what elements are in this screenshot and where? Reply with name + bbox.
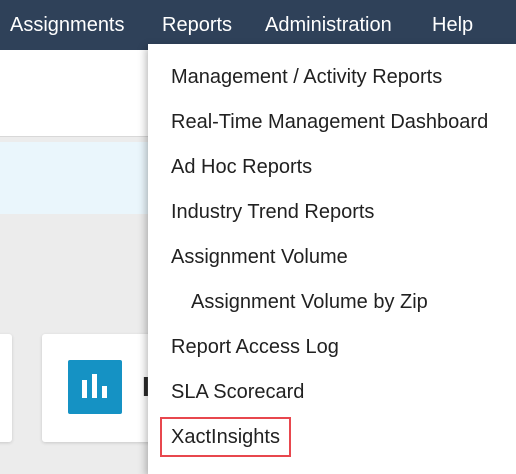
menu-item-assignment-volume-by-zip[interactable]: Assignment Volume by Zip — [191, 280, 428, 325]
bar-chart-icon — [68, 360, 122, 414]
nav-reports[interactable]: Reports — [162, 0, 232, 50]
menu-item-management-activity-reports[interactable]: Management / Activity Reports — [171, 55, 442, 100]
menu-item-report-access-log[interactable]: Report Access Log — [171, 325, 339, 370]
top-navigation-bar: Assignments Reports Administration Help — [0, 0, 516, 50]
nav-administration[interactable]: Administration — [265, 0, 392, 50]
nav-help[interactable]: Help — [432, 0, 473, 50]
menu-item-real-time-management-dashboard[interactable]: Real-Time Management Dashboard — [171, 100, 488, 145]
nav-assignments[interactable]: Assignments — [10, 0, 125, 50]
menu-item-assignment-volume[interactable]: Assignment Volume — [171, 235, 348, 280]
menu-item-ad-hoc-reports[interactable]: Ad Hoc Reports — [171, 145, 312, 190]
menu-item-sla-scorecard[interactable]: SLA Scorecard — [171, 370, 304, 415]
menu-item-industry-trend-reports[interactable]: Industry Trend Reports — [171, 190, 374, 235]
dashboard-card-partial[interactable] — [0, 334, 12, 442]
xactinsights-highlight-box — [160, 417, 291, 457]
reports-dropdown-menu: Management / Activity Reports Real-Time … — [148, 44, 516, 474]
